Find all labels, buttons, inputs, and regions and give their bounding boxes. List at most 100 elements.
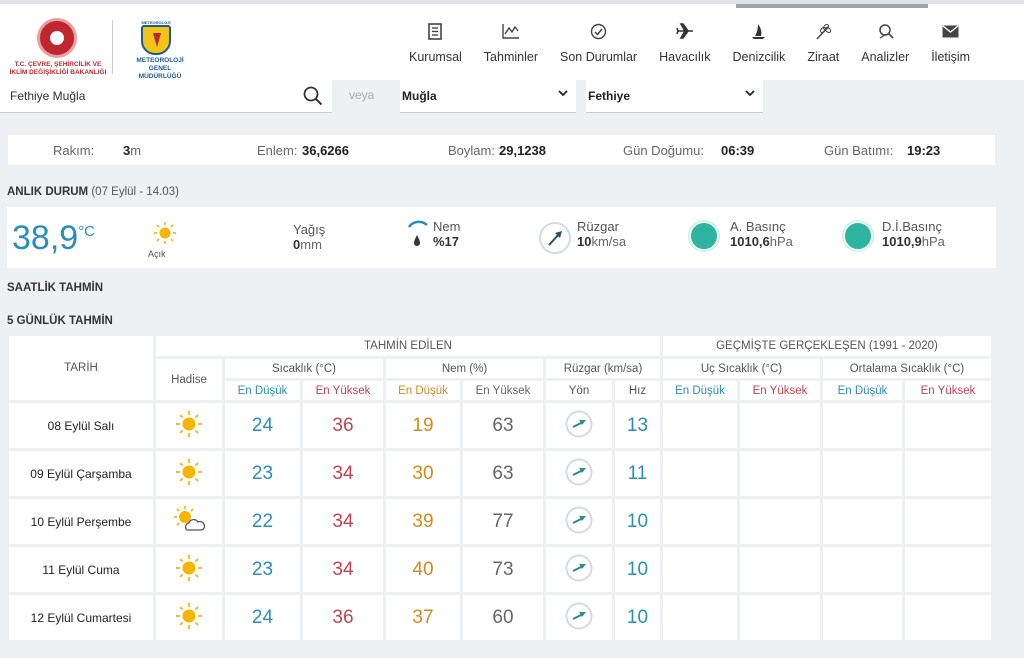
col-hadise: Hadise [156, 359, 222, 400]
nav-son-durumlar[interactable]: Son Durumlar [549, 22, 648, 72]
forecast-humidity-min: 30 [386, 451, 460, 496]
wind-direction-icon [546, 451, 612, 496]
altitude-label: Rakım: [53, 143, 95, 158]
sun-icon [156, 451, 222, 496]
past-extreme-min [663, 595, 737, 640]
forecast-humidity-min: 37 [386, 595, 460, 640]
past-avg-min [823, 547, 902, 592]
current-condition: Açık [148, 249, 166, 259]
latitude-label: Enlem: [257, 143, 298, 158]
sunrise-label: Gün Doğumu: [623, 143, 704, 158]
nav-tahminler[interactable]: Tahminler [473, 22, 549, 72]
province-select[interactable]: Muğla [400, 80, 576, 113]
search-input[interactable] [10, 86, 290, 106]
envelope-icon [942, 22, 960, 40]
sailboat-icon [750, 22, 768, 40]
nav-label: Tahminler [483, 50, 538, 64]
forecast-wind-speed: 10 [615, 499, 660, 544]
mgm-shield-icon [141, 25, 171, 55]
forecast-date: 11 Eylül Cuma [9, 547, 153, 592]
or-label: veya [349, 88, 375, 102]
logo-divider [112, 20, 113, 74]
col-forecast: TAHMİN EDİLEN [156, 336, 660, 356]
district-select[interactable]: Fethiye [586, 80, 763, 113]
nav-label: Son Durumlar [559, 50, 638, 64]
nav-kurumsal[interactable]: Kurumsal [398, 22, 473, 72]
forecast-temp-min: 24 [225, 403, 300, 448]
nav-label: Denizcilik [732, 50, 786, 64]
airplane-icon [676, 22, 694, 40]
past-extreme-min [663, 403, 737, 448]
chart-icon [502, 22, 520, 40]
forecast-humidity-min: 39 [386, 499, 460, 544]
forecast-row: 09 Eylül Çarşamba 23 34 30 63 11 [9, 451, 991, 496]
sea-level-pressure: D.İ.Basınç 1010,9hPa [882, 219, 945, 249]
latitude-value: 36,6266 [302, 143, 349, 158]
air-pressure: A. Basınç 1010,6hPa [730, 219, 793, 249]
hourly-forecast-title[interactable]: SAATLİK TAHMİN [7, 282, 103, 294]
col-avg-temp: Ortalama Sıcaklık (°C) [823, 359, 991, 378]
nav-ziraat[interactable]: Ziraat [796, 22, 850, 72]
ministry-seal-icon [37, 18, 77, 58]
nav-label: Havacılık [659, 50, 711, 64]
nav-analizler[interactable]: Analizler [850, 22, 920, 72]
chevron-down-icon [558, 89, 568, 100]
nav-label: İletişim [931, 50, 971, 64]
document-icon [426, 22, 444, 40]
past-avg-min [823, 499, 902, 544]
col-avg-min: En Düşük [823, 381, 902, 400]
wind-direction-icon [546, 403, 612, 448]
check-circle-icon [590, 22, 608, 40]
sea-level-pressure-icon [843, 221, 873, 251]
wind-direction-icon [546, 499, 612, 544]
col-humidity-min: En Düşük [386, 381, 460, 400]
past-avg-max [905, 499, 991, 544]
wind-direction-icon [546, 547, 612, 592]
forecast-temp-max: 34 [303, 547, 383, 592]
forecast-wind-speed: 10 [615, 595, 660, 640]
nav-iletisim[interactable]: İletişim [920, 22, 981, 72]
district-select-value: Fethiye [588, 89, 631, 103]
nav-havacilik[interactable]: Havacılık [648, 22, 721, 72]
col-wind-speed: Hız [615, 381, 660, 400]
current-temperature: 38,9°C [12, 219, 96, 257]
sun-icon [153, 221, 177, 250]
forecast-wind-speed: 11 [615, 451, 660, 496]
search-icon[interactable] [302, 85, 324, 107]
forecast-humidity-max: 73 [463, 547, 543, 592]
col-date: TARİH [9, 336, 153, 400]
mgm-logo[interactable]: METEOROLOJİ METEOROLOJİ GENEL MÜDÜRLÜĞÜ [132, 20, 192, 80]
past-extreme-max [740, 547, 820, 592]
ministry-logo[interactable]: T.C. ÇEVRE, ŞEHİRCİLİK VE İKLİM DEĞİŞİKL… [8, 18, 108, 80]
sunrise-value: 06:39 [721, 143, 755, 158]
five-day-forecast-title: 5 GÜNLÜK TAHMİN [7, 315, 113, 327]
past-avg-max [905, 595, 991, 640]
nav-denizcilik[interactable]: Denizcilik [722, 22, 797, 72]
col-wind: Rüzgar (km/sa) [546, 359, 660, 378]
col-humidity: Nem (%) [386, 359, 543, 378]
col-extreme-temp: Uç Sıcaklık (°C) [663, 359, 820, 378]
altitude-value: 3m [123, 143, 142, 158]
humidity: Nem %17 [433, 219, 461, 249]
sun-icon [156, 547, 222, 592]
past-extreme-min [663, 499, 737, 544]
col-temp-min: En Düşük [225, 381, 300, 400]
pressure-icon [689, 221, 719, 251]
forecast-date: 08 Eylül Salı [9, 403, 153, 448]
col-wind-dir: Yön [546, 381, 612, 400]
past-avg-max [905, 547, 991, 592]
past-extreme-max [740, 403, 820, 448]
col-humidity-max: En Yüksek [463, 381, 543, 400]
current-title: ANLIK DURUM (07 Eylül - 14.03) [7, 186, 179, 198]
forecast-humidity-max: 77 [463, 499, 543, 544]
sun-icon [156, 595, 222, 640]
forecast-humidity-max: 60 [463, 595, 543, 640]
humidity-icon [405, 219, 431, 254]
col-past: GEÇMİŞTE GERÇEKLEŞEN (1991 - 2020) [663, 336, 991, 356]
wind: Rüzgar 10km/sa [577, 219, 627, 249]
forecast-humidity-max: 63 [463, 403, 543, 448]
site-header: T.C. ÇEVRE, ŞEHİRCİLİK VE İKLİM DEĞİŞİKL… [0, 0, 1024, 80]
sun-icon [156, 403, 222, 448]
province-select-value: Muğla [402, 89, 437, 103]
forecast-temp-min: 23 [225, 547, 300, 592]
